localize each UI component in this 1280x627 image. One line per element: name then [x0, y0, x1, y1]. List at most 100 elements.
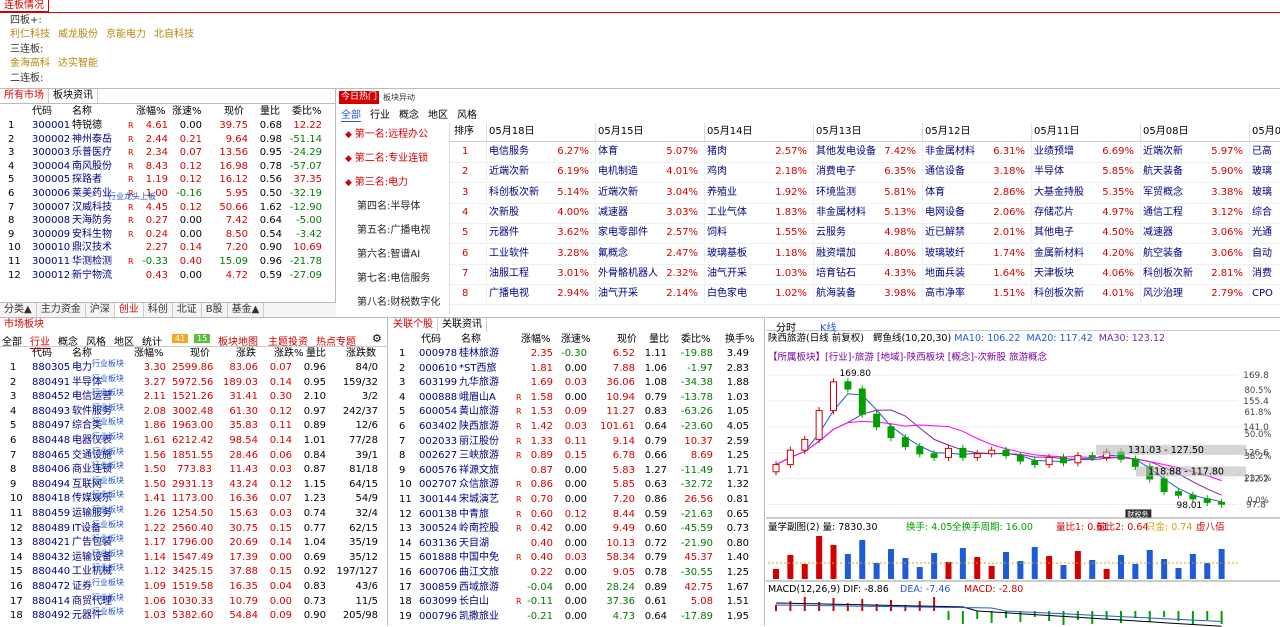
hot-cell[interactable]: 油服工程 3.01%: [486, 264, 595, 283]
hot-cell[interactable]: 其他发电设备 7.42%: [813, 143, 922, 161]
sector-row[interactable]: 11 880459 运输服务 行业板块 1.26 1254.50 15.63 0.03 0.74…: [0, 505, 388, 520]
hot-cell[interactable]: 航海装备 3.98%: [813, 285, 922, 304]
sector-col-header[interactable]: 涨跌数: [346, 347, 376, 360]
hot-cell[interactable]: 科创板次新 4.01%: [1031, 285, 1140, 304]
market-row[interactable]: 1 300001 特锐德 R 4.61 0.00 39.75 0.68 12.22: [0, 119, 336, 132]
hot-cell[interactable]: 饲料 1.55%: [704, 224, 813, 243]
related-row[interactable]: 13 300524 岭南控股 R 0.42 0.00 9.49 0.60 -45.59 0.73: [389, 522, 765, 535]
hot-rank-item[interactable]: 第五名:广播电视: [337, 219, 447, 243]
hot-cell[interactable]: 元器件 3.62%: [486, 224, 595, 243]
hot-cell[interactable]: 猪肉 2.57%: [704, 143, 813, 161]
kline-chart[interactable]: 169.8155.4141.0126.6112.297.880.5%61.8%5…: [766, 331, 1280, 627]
hot-cell[interactable]: 消费电子 6.35%: [813, 163, 922, 182]
sector-row[interactable]: 7 880465 交通设施 行业板块 1.56 1851.55 28.46 0.06 0.84 3…: [0, 447, 388, 462]
sector-link[interactable]: 板块地图: [218, 333, 258, 348]
sector-tab[interactable]: 统计: [142, 333, 162, 348]
related-row[interactable]: 19 000796 凯撒旅业 -0.21 0.00 4.73 0.64 -17.89 1.95: [389, 610, 765, 623]
hot-cell[interactable]: 风沙治理 2.79%: [1140, 285, 1249, 304]
hot-cell[interactable]: 电网设备 2.06%: [922, 203, 1031, 222]
tab-related-stocks[interactable]: 关联个股: [389, 318, 438, 332]
related-row[interactable]: 1 000978 桂林旅游 2.35 -0.30 6.52 1.11 -19.88 3.49: [389, 347, 765, 360]
sector-col-header[interactable]: 涨跌: [236, 347, 256, 360]
sector-row[interactable]: 4 880493 软件服务 行业板块 2.08 3002.48 61.30 0.12 0.97 2…: [0, 403, 388, 418]
tab-sector-change[interactable]: 板块异动: [383, 91, 423, 104]
sector-row[interactable]: 10 880418 传媒娱乐 行业板块 1.41 1173.00 16.36 0.07 1.23…: [0, 490, 388, 505]
lianban-stock[interactable]: 达实智能: [58, 58, 98, 69]
hot-rank-item[interactable]: 第七名:电信服务: [337, 267, 447, 291]
hot-cell[interactable]: 大基金持股 5.35%: [1031, 183, 1140, 202]
hot-cell[interactable]: 近已解禁 2.01%: [922, 224, 1031, 243]
hot-cell[interactable]: 体育 5.07%: [595, 143, 704, 161]
related-row[interactable]: 16 600706 曲江文旅 0.22 0.00 9.05 0.78 -30.55 1.25: [389, 566, 765, 579]
market-row[interactable]: 5 300005 探路者 R 1.19 0.12 16.12 0.56 37.35: [0, 173, 336, 186]
hot-rank-item[interactable]: 第八名:财税数字化: [337, 291, 447, 315]
hot-cell[interactable]: 玻璃基板 1.18%: [704, 244, 813, 263]
hot-cell[interactable]: 通信设备 3.18%: [922, 163, 1031, 182]
related-col-header[interactable]: 名称: [461, 333, 481, 346]
market-row[interactable]: 6 300006 莱美药业 R 1.00 -0.16 5.95 0.50 -32.19: [0, 187, 336, 200]
lianban-stock[interactable]: 金海高科: [10, 58, 50, 69]
hot-cell[interactable]: 半导体 5.85%: [1031, 163, 1140, 182]
sector-row[interactable]: 16 880472 证券 行业板块 1.09 1519.58 16.35 0.04 0.83 43…: [0, 578, 388, 593]
market-col-header[interactable]: 现价: [224, 105, 244, 118]
hot-cell[interactable]: 高市净率 1.51%: [922, 285, 1031, 304]
hot-cell[interactable]: 减速器 3.06%: [1140, 224, 1249, 243]
sector-col-header[interactable]: 涨跌%: [274, 347, 304, 360]
market-row[interactable]: 3 300003 乐普医疗 R 2.34 0.07 13.56 0.95 -24.29: [0, 146, 336, 159]
market-bottom-tab[interactable]: B股: [202, 303, 228, 317]
hot-cell[interactable]: 氟概念 2.47%: [595, 244, 704, 263]
market-row[interactable]: 12 300012 新宁物流 0.43 0.00 4.72 0.59 -27.09: [0, 269, 336, 282]
market-row[interactable]: 10 300010 鼎汉技术 2.27 0.14 7.20 0.90 10.69: [0, 241, 336, 254]
hot-cell[interactable]: 其他电子 4.50%: [1031, 224, 1140, 243]
related-row[interactable]: 12 600138 中青旅 R 0.60 0.12 8.44 0.59 -21.63 0.65: [389, 508, 765, 521]
lianban-stock[interactable]: 利仁科技: [10, 29, 50, 40]
sector-row[interactable]: 2 880491 半导体 行业板块 3.27 5972.56 189.03 0.14 0.95 1…: [0, 374, 388, 389]
lianban-stock[interactable]: 北自科技: [154, 29, 194, 40]
hot-cell[interactable]: 金属新材料 4.20%: [1031, 244, 1140, 263]
sector-row[interactable]: 5 880497 综合类 行业板块 1.86 1963.00 35.83 0.11 0.89 12…: [0, 417, 388, 432]
hot-filter-1[interactable]: 行业: [370, 110, 390, 121]
hot-cell[interactable]: 体育 2.86%: [922, 183, 1031, 202]
hot-cell[interactable]: 玻璃: [1249, 183, 1280, 202]
market-col-header[interactable]: 代码: [32, 105, 52, 118]
hot-cell[interactable]: 广播电视 2.94%: [486, 285, 595, 304]
hot-cell[interactable]: 近端次新 6.19%: [486, 163, 595, 182]
related-row[interactable]: 9 600576 祥源文旅 0.87 0.00 5.83 1.27 -11.49 1.71: [389, 464, 765, 477]
hot-cell[interactable]: 培育钻石 4.33%: [813, 264, 922, 283]
hot-cell[interactable]: 业绩预增 6.69%: [1031, 143, 1140, 161]
hot-filter-4[interactable]: 风格: [457, 110, 477, 121]
market-row[interactable]: 11 300011 华测检测 R -0.33 0.40 15.09 0.96 -21.78: [0, 255, 336, 268]
hot-cell[interactable]: 外骨骼机器人 2.32%: [595, 264, 704, 283]
sector-row[interactable]: 14 880432 运输设备 行业板块 1.14 1547.49 17.39 0.00 0.69…: [0, 549, 388, 564]
sector-row[interactable]: 6 880448 电器仪表 行业板块 1.61 6212.42 98.54 0.14 1.01 7…: [0, 432, 388, 447]
related-row[interactable]: 5 600054 黄山旅游 R 1.53 0.09 11.27 0.83 -63.26 1.05: [389, 405, 765, 418]
hot-cell[interactable]: 融资增加 4.80%: [813, 244, 922, 263]
market-bottom-tab[interactable]: 主力资金: [37, 303, 86, 317]
sector-row[interactable]: 15 880440 工业机械 行业板块 1.12 3425.15 37.88 0.15 0.92…: [0, 563, 388, 578]
hot-cell[interactable]: 航空装备 3.06%: [1140, 244, 1249, 263]
tab-sector-news[interactable]: 板块资讯: [49, 89, 98, 103]
sector-col-header[interactable]: 名称: [72, 347, 92, 360]
tab-related-news[interactable]: 关联资讯: [438, 318, 487, 332]
sector-row[interactable]: 9 880494 互联网 行业板块 1.50 2931.13 43.24 0.12 1.15 64…: [0, 476, 388, 491]
hot-cell[interactable]: 油气开采 1.03%: [704, 264, 813, 283]
market-row[interactable]: 4 300004 南风股份 R 8.43 0.12 16.98 0.78 -57.07: [0, 160, 336, 173]
hot-cell[interactable]: 电信服务 6.27%: [486, 143, 595, 161]
sector-row[interactable]: 1 880305 电力 行业板块 3.30 2599.86 83.06 0.07 0.96 84/…: [0, 359, 388, 374]
hot-cell[interactable]: 存储芯片 4.97%: [1031, 203, 1140, 222]
hot-cell[interactable]: 地面兵装 1.64%: [922, 264, 1031, 283]
related-row[interactable]: 17 300859 西域旅游 -0.04 0.00 28.24 0.89 42.75 1.67: [389, 581, 765, 594]
hot-cell[interactable]: 光通: [1249, 224, 1280, 243]
related-col-header[interactable]: 量比: [649, 333, 669, 346]
hot-cell[interactable]: 环境监测 5.81%: [813, 183, 922, 202]
sector-tab[interactable]: 风格: [86, 333, 106, 348]
sector-row[interactable]: 18 880492 元器件 行业板块 1.03 5382.60 54.84 0.09 0.90 2…: [0, 607, 388, 622]
market-bottom-tab[interactable]: 北证: [173, 303, 202, 317]
hot-cell[interactable]: 云服务 4.98%: [813, 224, 922, 243]
sector-tab[interactable]: 地区: [114, 333, 134, 348]
sector-col-header[interactable]: 现价: [190, 347, 210, 360]
related-row[interactable]: 18 603099 长白山 R -0.11 0.00 37.36 0.61 5.08 1.51: [389, 595, 765, 608]
hot-rank-item[interactable]: 第四名:半导体: [337, 195, 447, 219]
market-col-header[interactable]: 涨速%: [172, 105, 202, 118]
market-row[interactable]: 2 300002 神州泰岳 R 2.44 0.21 9.64 0.98 -51.14: [0, 133, 336, 146]
